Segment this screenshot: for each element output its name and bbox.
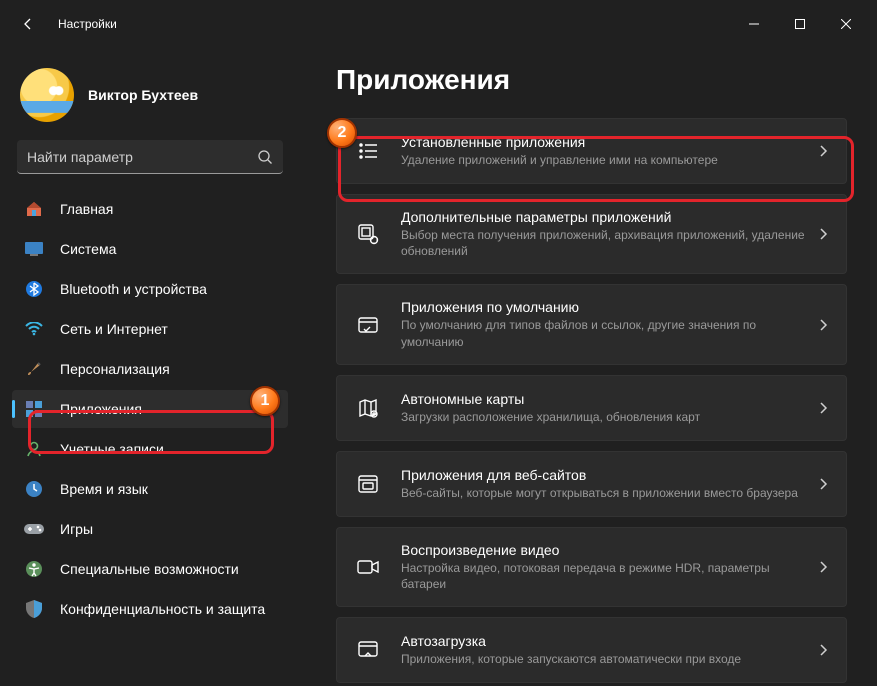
annotation-badge-2: 2 xyxy=(327,118,357,148)
card-subtitle: Выбор места получения приложений, архива… xyxy=(401,227,806,259)
card-subtitle: Удаление приложений и управление ими на … xyxy=(401,152,806,168)
search-box[interactable] xyxy=(17,140,283,174)
card-subtitle: Веб-сайты, которые могут открываться в п… xyxy=(401,485,806,501)
sidebar: Виктор Бухтеев Главная Система xyxy=(0,48,300,686)
sidebar-item-apps[interactable]: Приложения xyxy=(12,390,288,428)
card-installed-apps[interactable]: Установленные приложения Удаление прилож… xyxy=(336,118,847,184)
system-icon xyxy=(24,239,44,259)
maximize-icon xyxy=(795,19,805,29)
card-subtitle: По умолчанию для типов файлов и ссылок, … xyxy=(401,317,806,349)
back-button[interactable] xyxy=(8,4,48,44)
card-title: Дополнительные параметры приложений xyxy=(401,209,806,225)
map-icon xyxy=(355,395,381,421)
sidebar-item-label: Bluetooth и устройства xyxy=(60,281,207,297)
sidebar-item-label: Конфиденциальность и защита xyxy=(60,601,265,617)
chevron-right-icon xyxy=(818,318,828,332)
clock-icon xyxy=(24,479,44,499)
sidebar-item-label: Время и язык xyxy=(60,481,148,497)
home-icon xyxy=(24,199,44,219)
sidebar-item-label: Сеть и Интернет xyxy=(60,321,168,337)
maximize-button[interactable] xyxy=(777,8,823,40)
default-icon xyxy=(355,312,381,338)
card-default-apps[interactable]: Приложения по умолчанию По умолчанию для… xyxy=(336,284,847,364)
sidebar-item-label: Приложения xyxy=(60,401,142,417)
card-title: Воспроизведение видео xyxy=(401,542,806,558)
chevron-right-icon xyxy=(818,227,828,241)
card-subtitle: Настройка видео, потоковая передача в ре… xyxy=(401,560,806,592)
app-gear-icon xyxy=(355,221,381,247)
sidebar-item-personalization[interactable]: Персонализация xyxy=(12,350,288,388)
search-input[interactable] xyxy=(27,149,257,165)
window-controls xyxy=(731,8,869,40)
brush-icon xyxy=(24,359,44,379)
card-subtitle: Приложения, которые запускаются автомати… xyxy=(401,651,806,667)
startup-icon xyxy=(355,637,381,663)
close-icon xyxy=(841,19,851,29)
nav-list: Главная Система Bluetooth и устройства С… xyxy=(12,188,288,674)
chevron-right-icon xyxy=(818,144,828,158)
card-title: Приложения для веб-сайтов xyxy=(401,467,806,483)
card-title: Приложения по умолчанию xyxy=(401,299,806,315)
sidebar-item-label: Учетные записи xyxy=(60,441,164,457)
shield-icon xyxy=(24,599,44,619)
sidebar-item-gaming[interactable]: Игры xyxy=(12,510,288,548)
card-title: Установленные приложения xyxy=(401,134,806,150)
card-apps-for-websites[interactable]: Приложения для веб-сайтов Веб-сайты, кот… xyxy=(336,451,847,517)
page-title: Приложения xyxy=(336,64,847,96)
sidebar-item-label: Персонализация xyxy=(60,361,170,377)
titlebar: Настройки xyxy=(0,0,877,48)
website-icon xyxy=(355,471,381,497)
sidebar-item-home[interactable]: Главная xyxy=(12,190,288,228)
sidebar-item-bluetooth[interactable]: Bluetooth и устройства xyxy=(12,270,288,308)
close-button[interactable] xyxy=(823,8,869,40)
sidebar-item-label: Специальные возможности xyxy=(60,561,239,577)
sidebar-item-label: Главная xyxy=(60,201,113,217)
card-advanced-app-settings[interactable]: Дополнительные параметры приложений Выбо… xyxy=(336,194,847,274)
avatar xyxy=(20,68,74,122)
sidebar-item-accessibility[interactable]: Специальные возможности xyxy=(12,550,288,588)
sidebar-item-time[interactable]: Время и язык xyxy=(12,470,288,508)
gamepad-icon xyxy=(24,519,44,539)
apps-icon xyxy=(24,399,44,419)
profile-name: Виктор Бухтеев xyxy=(88,87,198,103)
bluetooth-icon xyxy=(24,279,44,299)
search-icon xyxy=(257,149,273,165)
sidebar-item-label: Игры xyxy=(60,521,93,537)
chevron-right-icon xyxy=(818,477,828,491)
card-subtitle: Загрузки расположение хранилища, обновле… xyxy=(401,409,806,425)
card-startup[interactable]: Автозагрузка Приложения, которые запуска… xyxy=(336,617,847,683)
chevron-right-icon xyxy=(818,643,828,657)
main-content: Приложения Установленные приложения Удал… xyxy=(300,48,877,686)
person-icon xyxy=(24,439,44,459)
card-title: Автономные карты xyxy=(401,391,806,407)
chevron-right-icon xyxy=(818,401,828,415)
card-offline-maps[interactable]: Автономные карты Загрузки расположение х… xyxy=(336,375,847,441)
sidebar-item-label: Система xyxy=(60,241,116,257)
minimize-button[interactable] xyxy=(731,8,777,40)
window-title: Настройки xyxy=(58,17,117,31)
sidebar-item-privacy[interactable]: Конфиденциальность и защита xyxy=(12,590,288,628)
video-icon xyxy=(355,554,381,580)
card-video-playback[interactable]: Воспроизведение видео Настройка видео, п… xyxy=(336,527,847,607)
sidebar-item-accounts[interactable]: Учетные записи xyxy=(12,430,288,468)
profile-block[interactable]: Виктор Бухтеев xyxy=(12,48,288,140)
annotation-badge-1: 1 xyxy=(250,386,280,416)
arrow-left-icon xyxy=(20,16,36,32)
chevron-right-icon xyxy=(818,560,828,574)
accessibility-icon xyxy=(24,559,44,579)
sidebar-item-system[interactable]: Система xyxy=(12,230,288,268)
list-icon xyxy=(355,138,381,164)
wifi-icon xyxy=(24,319,44,339)
minimize-icon xyxy=(749,19,759,29)
sidebar-item-network[interactable]: Сеть и Интернет xyxy=(12,310,288,348)
card-title: Автозагрузка xyxy=(401,633,806,649)
